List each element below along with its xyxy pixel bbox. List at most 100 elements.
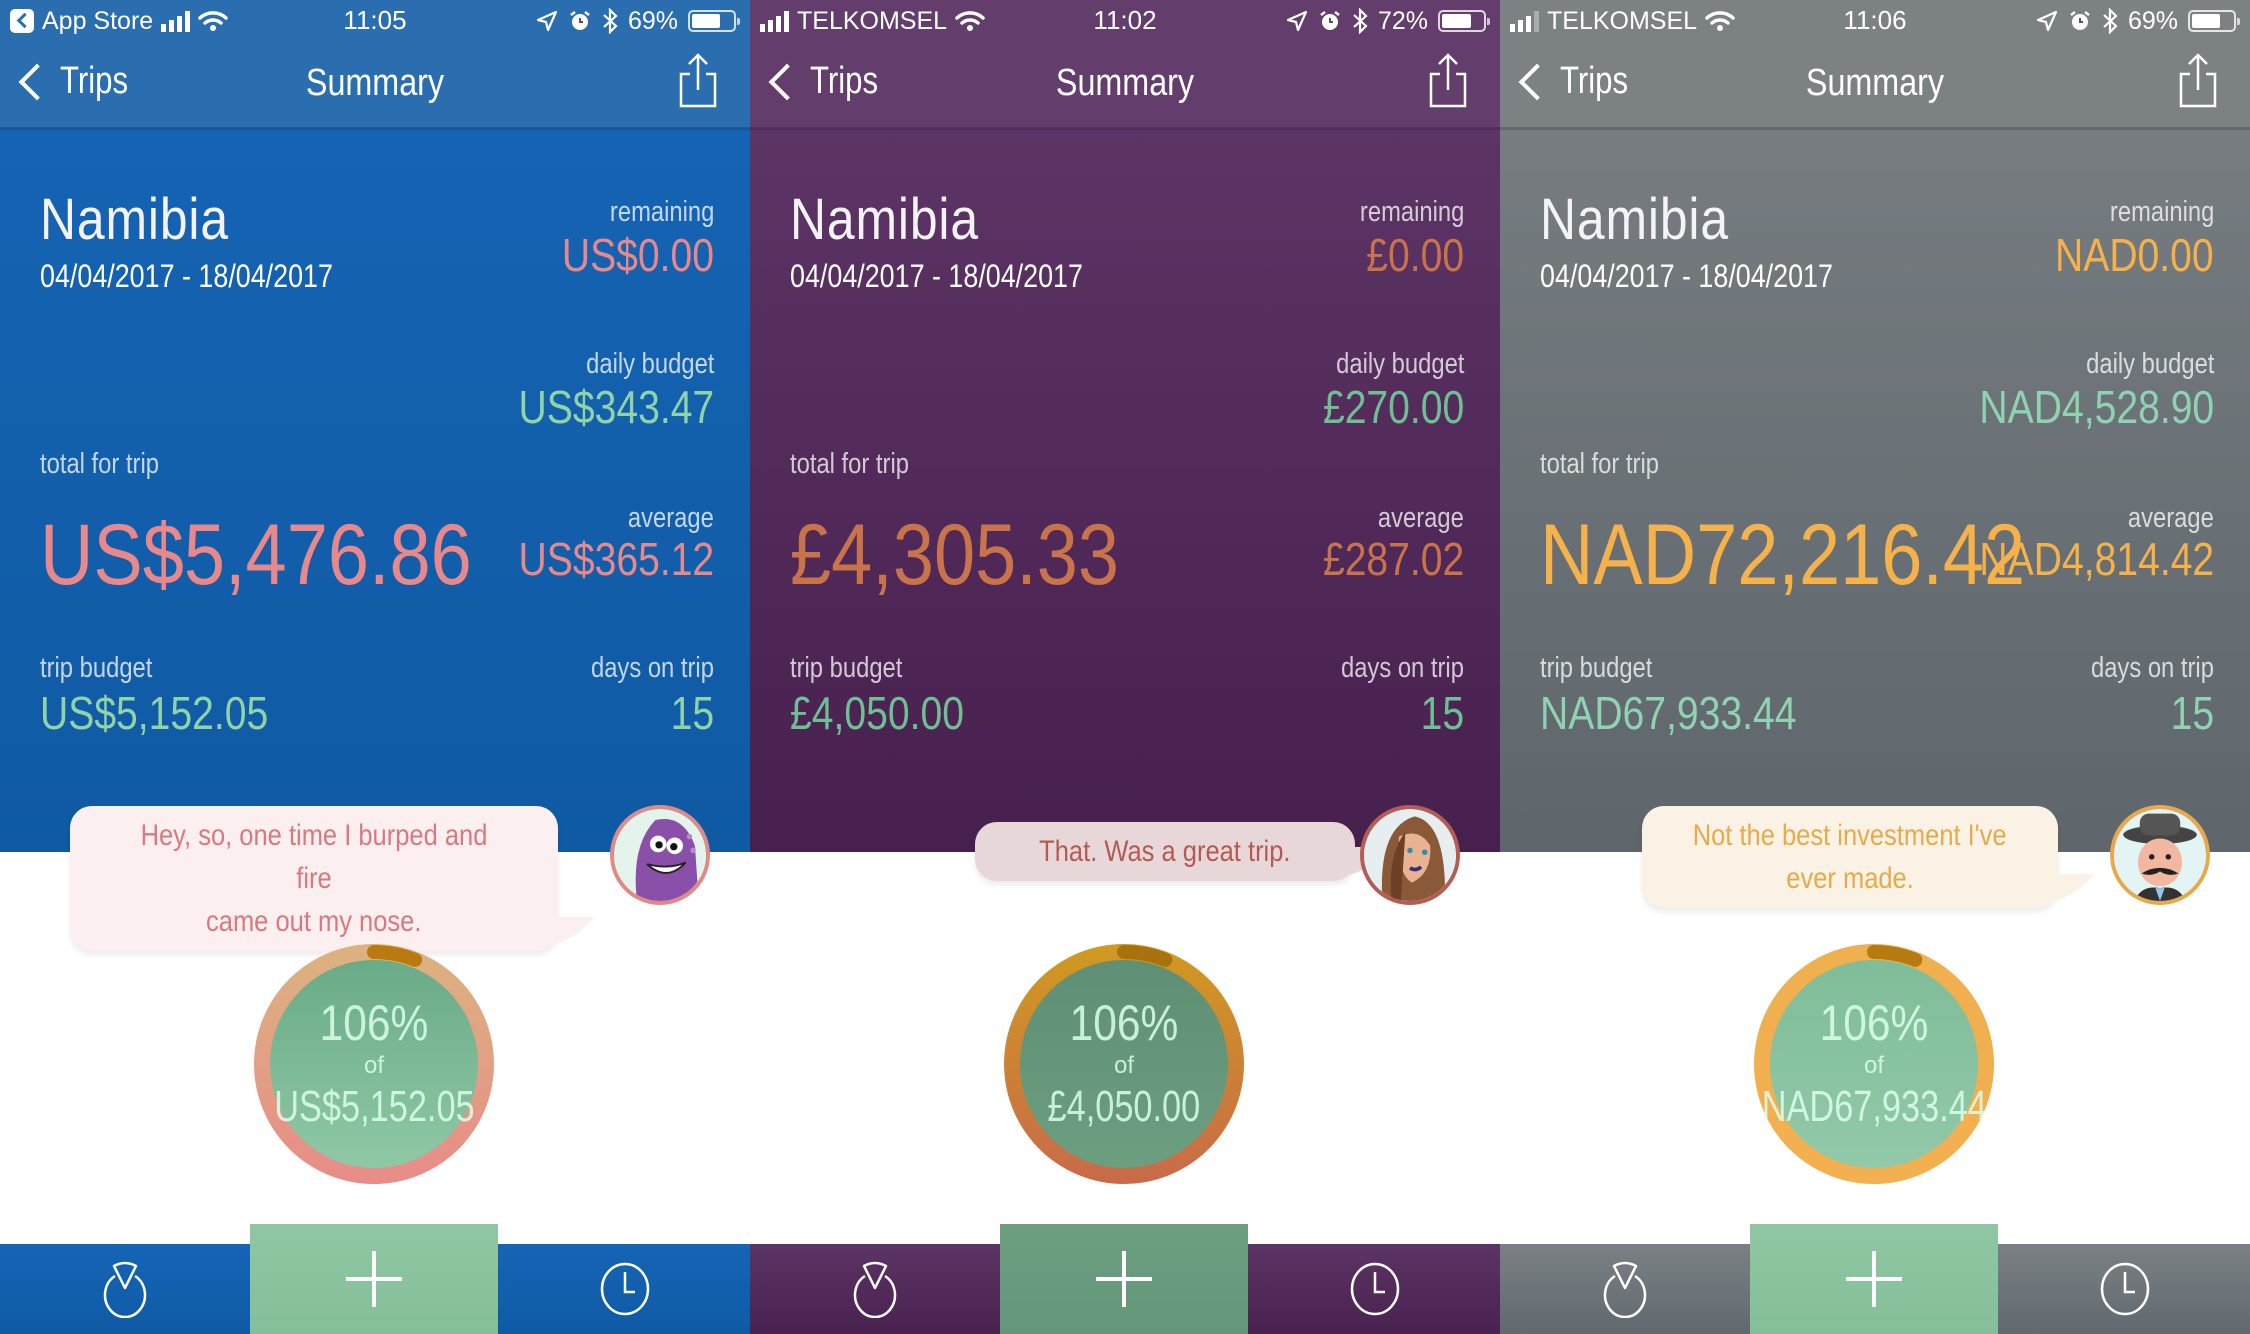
plus-icon bbox=[346, 1251, 402, 1307]
daily-budget-value: NAD4,528.90 bbox=[1979, 381, 2214, 433]
average-value: US$365.12 bbox=[518, 533, 714, 585]
navigation-bar: Trips Summary bbox=[750, 42, 1500, 128]
carrier-label: App Store bbox=[42, 6, 154, 35]
progress-budget-amount: NAD67,933.44 bbox=[1761, 1082, 1987, 1131]
pie-chart-icon bbox=[1603, 1261, 1647, 1318]
remaining-value: US$0.00 bbox=[561, 229, 714, 281]
chevron-left-icon bbox=[18, 63, 56, 100]
alarm-icon bbox=[2070, 11, 2090, 30]
progress-budget-amount: US$5,152.05 bbox=[273, 1082, 475, 1131]
bluetooth-icon bbox=[603, 8, 618, 34]
signal-icon bbox=[1510, 10, 1539, 32]
total-for-trip-value: £4,305.33 bbox=[790, 507, 1120, 603]
signal-bar bbox=[177, 16, 183, 32]
progress-percent: 106% bbox=[1069, 995, 1179, 1051]
share-icon[interactable] bbox=[2178, 52, 2218, 108]
page-title: Summary bbox=[1805, 62, 1945, 104]
back-to-trips-button[interactable]: Trips bbox=[14, 60, 143, 103]
signal-bar bbox=[1510, 24, 1515, 32]
budget-progress-ring: 106% of US$5,152.05 bbox=[252, 942, 496, 1186]
back-to-trips-button[interactable]: Trips bbox=[764, 60, 893, 103]
page-title: Summary bbox=[1055, 62, 1195, 104]
trip-dates: 04/04/2017 - 18/04/2017 bbox=[790, 258, 1083, 294]
wifi-icon bbox=[955, 11, 985, 31]
share-icon[interactable] bbox=[1428, 52, 1468, 108]
trip-budget-label: trip budget bbox=[40, 652, 153, 684]
signal-bar bbox=[1534, 11, 1539, 32]
trip-budget-value: US$5,152.05 bbox=[40, 687, 269, 739]
tab-breakdown[interactable] bbox=[1500, 1244, 1750, 1334]
total-for-trip-value: US$5,476.86 bbox=[40, 507, 472, 603]
budget-progress-ring: 106% of £4,050.00 bbox=[1002, 942, 1246, 1186]
avatar-mustached-gentleman bbox=[2110, 805, 2210, 905]
days-on-trip-label: days on trip bbox=[2091, 652, 2214, 684]
add-expense-button[interactable] bbox=[250, 1224, 498, 1334]
speech-line-1: That. Was a great trip. bbox=[1039, 835, 1291, 868]
back-to-trips-button[interactable]: Trips bbox=[1514, 60, 1643, 103]
total-for-trip-label: total for trip bbox=[1540, 448, 1659, 480]
total-for-trip-label: total for trip bbox=[40, 448, 159, 480]
trip-name: Namibia bbox=[790, 187, 979, 252]
tab-breakdown[interactable] bbox=[750, 1244, 1000, 1334]
days-on-trip-value: 15 bbox=[1420, 687, 1464, 739]
screenshot-collage: App Store 11:05 69% Trips Summary Namibi… bbox=[0, 0, 2250, 1334]
alarm-icon bbox=[1320, 11, 1340, 30]
speech-bubble: Hey, so, one time I burped and fire came… bbox=[70, 806, 558, 951]
signal-bar bbox=[760, 24, 765, 32]
location-arrow-icon bbox=[536, 10, 558, 32]
battery-percent: 69% bbox=[2127, 6, 2178, 35]
trip-budget-label: trip budget bbox=[790, 652, 903, 684]
status-bar: TELKOMSEL 11:02 72% bbox=[750, 0, 1500, 42]
summary-screen-gray: TELKOMSEL 11:06 69% Trips Summary Namibi… bbox=[1500, 0, 2250, 1334]
days-on-trip-value: 15 bbox=[2170, 687, 2214, 739]
signal-icon bbox=[760, 10, 789, 32]
chevron-left-icon bbox=[768, 63, 806, 100]
trip-name: Namibia bbox=[40, 187, 229, 252]
add-expense-button[interactable] bbox=[1750, 1224, 1998, 1334]
daily-budget-label: daily budget bbox=[1335, 348, 1464, 380]
tab-history[interactable] bbox=[1250, 1244, 1500, 1334]
back-label: Trips bbox=[1560, 60, 1629, 102]
signal-bar bbox=[768, 20, 773, 32]
battery-percent: 69% bbox=[627, 6, 678, 35]
carrier-label: TELKOMSEL bbox=[1547, 6, 1698, 35]
summary-screen-blue: App Store 11:05 69% Trips Summary Namibi… bbox=[0, 0, 750, 1334]
wifi-icon bbox=[1705, 11, 1735, 31]
tab-breakdown[interactable] bbox=[0, 1244, 250, 1334]
back-label: Trips bbox=[810, 60, 879, 102]
pie-chart-icon bbox=[853, 1261, 897, 1318]
daily-budget-value: US$343.47 bbox=[518, 381, 714, 433]
summary-screen-purple: TELKOMSEL 11:02 72% Trips Summary Namibi… bbox=[750, 0, 1500, 1334]
navigation-bar: Trips Summary bbox=[1500, 42, 2250, 128]
speech-line-1: Hey, so, one time I burped and fire bbox=[140, 819, 488, 895]
plus-icon bbox=[1096, 1251, 1152, 1307]
clock-icon bbox=[600, 1262, 650, 1316]
budget-progress-ring: 106% of NAD67,933.44 bbox=[1752, 942, 1996, 1186]
remaining-label: remaining bbox=[609, 196, 714, 228]
progress-percent: 106% bbox=[1819, 995, 1929, 1051]
speech-bubble: That. Was a great trip. bbox=[975, 822, 1355, 881]
days-on-trip-label: days on trip bbox=[1341, 652, 1464, 684]
avatar-brunette-woman bbox=[1360, 805, 1460, 905]
tab-history[interactable] bbox=[500, 1244, 750, 1334]
tab-history[interactable] bbox=[2000, 1244, 2250, 1334]
trip-name: Namibia bbox=[1540, 187, 1729, 252]
average-label: average bbox=[2128, 502, 2214, 534]
average-label: average bbox=[628, 502, 714, 534]
trip-budget-value: £4,050.00 bbox=[790, 687, 964, 739]
speech-line-2: ever made. bbox=[1786, 862, 1914, 895]
days-on-trip-label: days on trip bbox=[591, 652, 714, 684]
average-label: average bbox=[1378, 502, 1464, 534]
back-label: Trips bbox=[60, 60, 129, 102]
average-value: £287.02 bbox=[1322, 533, 1464, 585]
back-to-app-icon[interactable] bbox=[10, 9, 34, 33]
page-title: Summary bbox=[305, 62, 445, 104]
share-icon[interactable] bbox=[678, 52, 718, 108]
remaining-label: remaining bbox=[2109, 196, 2214, 228]
add-expense-button[interactable] bbox=[1000, 1224, 1248, 1334]
daily-budget-label: daily budget bbox=[585, 348, 714, 380]
remaining-value: £0.00 bbox=[1366, 229, 1464, 281]
progress-of-label: of bbox=[1863, 1052, 1884, 1079]
trip-dates: 04/04/2017 - 18/04/2017 bbox=[1540, 258, 1833, 294]
average-value: NAD4,814.42 bbox=[1979, 533, 2214, 585]
